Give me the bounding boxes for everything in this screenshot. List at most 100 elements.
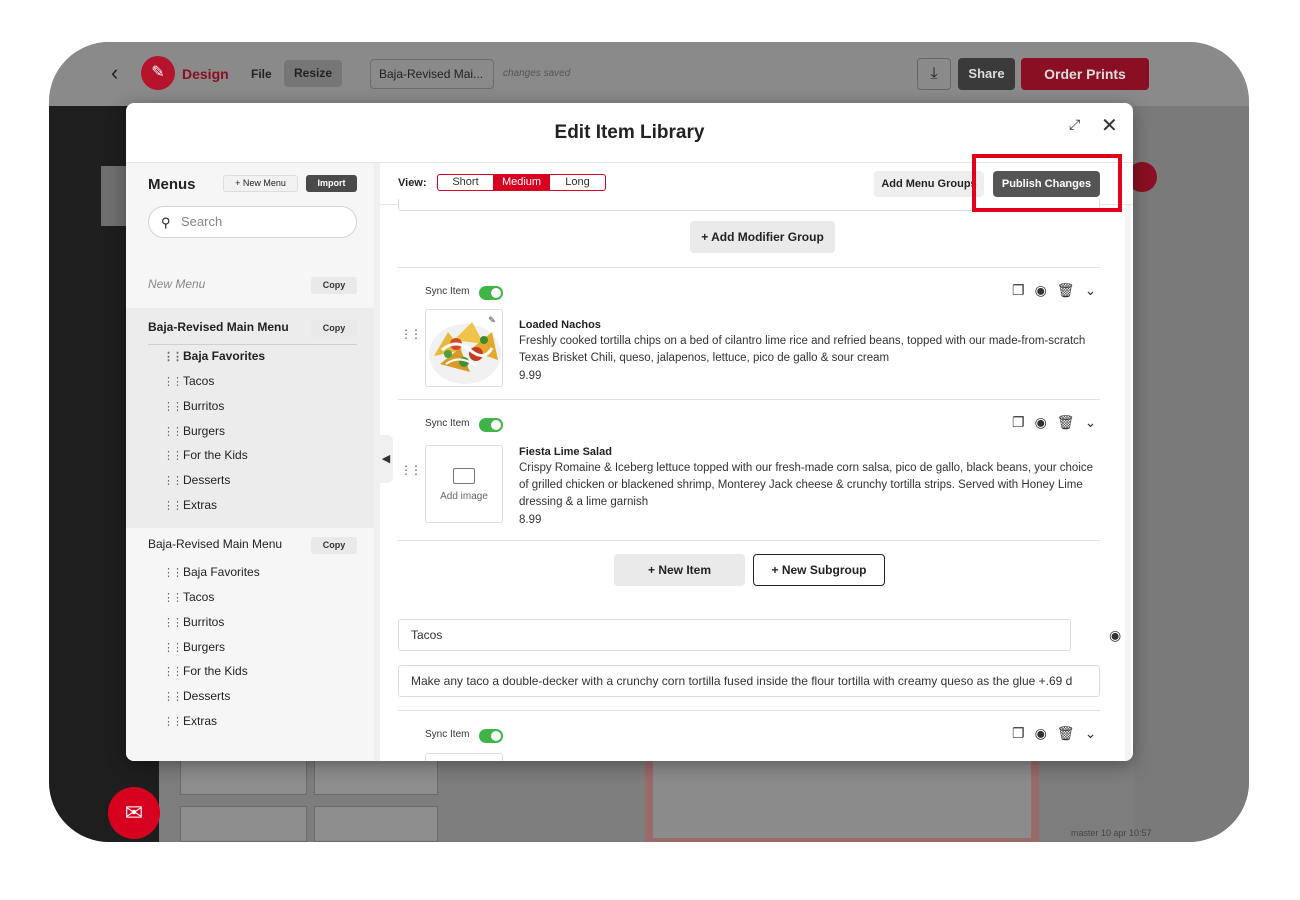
eye-icon[interactable]: ◉ <box>1035 414 1057 430</box>
divider <box>398 399 1100 400</box>
duplicate-icon[interactable]: ❐ <box>1012 282 1035 298</box>
item-image[interactable] <box>425 753 503 761</box>
item-name[interactable]: Loaded Nachos <box>519 319 601 331</box>
drag-handle-icon[interactable]: ⋮⋮ <box>163 474 183 487</box>
menus-heading: Menus <box>148 176 196 193</box>
drag-handle-icon[interactable]: ⋮⋮ <box>163 616 183 629</box>
view-label: View: <box>398 177 427 189</box>
add-image-placeholder[interactable]: Add image <box>425 445 503 523</box>
order-prints-button[interactable]: Order Prints <box>1021 58 1149 90</box>
copy-button[interactable]: Copy <box>311 537 357 554</box>
group-description-input[interactable] <box>411 674 1091 688</box>
drag-handle-icon[interactable]: ⋮⋮ <box>163 425 183 438</box>
trash-icon[interactable]: 🗑 <box>1057 725 1085 741</box>
add-modifier-group-button[interactable]: + Add Modifier Group <box>690 221 835 253</box>
menu-group-item[interactable]: ⋮⋮ Burritos <box>163 615 224 629</box>
sync-item-label: Sync Item <box>425 729 470 740</box>
menu-group-item[interactable]: ⋮⋮ Desserts <box>163 689 230 703</box>
item-name[interactable]: Fiesta Lime Salad <box>519 446 612 458</box>
drag-handle-icon[interactable]: ⋮⋮ <box>163 499 183 512</box>
trash-icon[interactable]: 🗑 <box>1057 414 1085 430</box>
item-description[interactable]: Crispy Romaine & Iceberg lettuce topped … <box>519 460 1099 511</box>
item-description[interactable]: Freshly cooked tortilla chips on a bed o… <box>519 333 1099 367</box>
group-name-input[interactable] <box>411 628 1051 642</box>
drag-handle-icon[interactable]: ⋮⋮ <box>163 375 183 388</box>
sync-item-toggle[interactable] <box>479 286 503 300</box>
trash-icon[interactable]: 🗑 <box>1057 282 1085 298</box>
new-menu-button[interactable]: + New Menu <box>223 175 298 192</box>
group-name-field <box>398 619 1071 651</box>
drag-handle-icon[interactable]: ⋮⋮ <box>163 350 183 363</box>
menu-name[interactable]: Baja-Revised Main Menu <box>148 537 282 551</box>
right-tool-rail <box>1134 106 1249 842</box>
view-medium-tab[interactable]: Medium <box>493 174 550 191</box>
file-menu[interactable]: File <box>251 67 272 81</box>
template-card[interactable] <box>180 806 307 842</box>
chat-icon[interactable]: ✉ <box>108 787 160 839</box>
drag-handle-icon[interactable]: ⋮⋮ <box>163 591 183 604</box>
sync-item-toggle[interactable] <box>479 729 503 743</box>
drag-handle-icon[interactable]: ⋮⋮ <box>163 566 183 579</box>
resize-button[interactable]: Resize <box>284 60 342 87</box>
publish-highlight-box <box>972 154 1122 212</box>
close-icon[interactable]: ✕ <box>1101 113 1118 138</box>
search-input[interactable] <box>181 214 346 229</box>
menu-group-item[interactable]: ⋮⋮ Baja Favorites <box>163 349 265 363</box>
item-image[interactable]: ✎ <box>425 309 503 387</box>
new-menu-item[interactable]: New Menu <box>148 277 205 291</box>
chevron-down-icon[interactable]: ⌄ <box>1085 414 1107 430</box>
menu-group-item[interactable]: ⋮⋮ Extras <box>163 714 217 728</box>
menu-group-item[interactable]: ⋮⋮ Burritos <box>163 399 224 413</box>
menu-group-item[interactable]: ⋮⋮ Burgers <box>163 640 225 654</box>
document-name[interactable]: Baja-Revised Mai... <box>370 59 494 89</box>
menu-group-item[interactable]: ⋮⋮ Burgers <box>163 424 225 438</box>
menu-name[interactable]: Baja-Revised Main Menu <box>148 320 289 334</box>
menu-group-item[interactable]: ⋮⋮ For the Kids <box>163 448 248 462</box>
template-card[interactable] <box>314 806 438 842</box>
drag-handle-icon[interactable]: ⋮⋮ <box>400 463 422 477</box>
back-chevron-icon[interactable]: ‹ <box>111 60 118 86</box>
group-description-field <box>398 665 1100 697</box>
scrollbar[interactable] <box>1125 205 1131 761</box>
eye-icon[interactable]: ◉ <box>1109 627 1121 644</box>
sync-item-label: Sync Item <box>425 418 470 429</box>
menu-group-item[interactable]: ⋮⋮ Baja Favorites <box>163 565 260 579</box>
template-card[interactable] <box>180 760 307 795</box>
chevron-down-icon[interactable]: ⌄ <box>1085 725 1107 741</box>
sync-item-toggle[interactable] <box>479 418 503 432</box>
add-menu-groups-button[interactable]: Add Menu Groups <box>874 171 984 197</box>
item-actions: ❐◉🗑⌄ <box>1012 282 1106 299</box>
share-button[interactable]: Share <box>958 58 1015 90</box>
view-short-tab[interactable]: Short <box>437 174 494 191</box>
duplicate-icon[interactable]: ❐ <box>1012 725 1035 741</box>
menu-group-item[interactable]: ⋮⋮ For the Kids <box>163 664 248 678</box>
drag-handle-icon[interactable]: ⋮⋮ <box>163 449 183 462</box>
copy-button[interactable]: Copy <box>311 277 357 294</box>
new-subgroup-button[interactable]: + New Subgroup <box>753 554 885 586</box>
new-item-button[interactable]: + New Item <box>614 554 745 586</box>
expand-icon[interactable]: ⤢ <box>1069 116 1080 133</box>
drag-handle-icon[interactable]: ⋮⋮ <box>163 690 183 703</box>
drag-handle-icon[interactable]: ⋮⋮ <box>163 641 183 654</box>
item-price[interactable]: 9.99 <box>519 370 541 382</box>
menu-group-item[interactable]: ⋮⋮ Tacos <box>163 374 214 388</box>
menu-group-item[interactable]: ⋮⋮ Desserts <box>163 473 230 487</box>
version-label: master 10 apr 10:57 <box>1071 828 1152 838</box>
duplicate-icon[interactable]: ❐ <box>1012 414 1035 430</box>
view-long-tab[interactable]: Long <box>549 174 606 191</box>
chevron-down-icon[interactable]: ⌄ <box>1085 282 1107 298</box>
menu-group-item[interactable]: ⋮⋮ Extras <box>163 498 217 512</box>
eye-icon[interactable]: ◉ <box>1035 725 1057 741</box>
eye-icon[interactable]: ◉ <box>1035 282 1057 298</box>
menu-group-item[interactable]: ⋮⋮ Tacos <box>163 590 214 604</box>
edit-image-icon[interactable]: ✎ <box>485 313 499 327</box>
template-card[interactable] <box>314 760 438 795</box>
drag-handle-icon[interactable]: ⋮⋮ <box>163 400 183 413</box>
drag-handle-icon[interactable]: ⋮⋮ <box>163 715 183 728</box>
download-icon[interactable]: ⤓ <box>917 58 951 90</box>
drag-handle-icon[interactable]: ⋮⋮ <box>400 327 422 341</box>
item-price[interactable]: 8.99 <box>519 514 541 526</box>
drag-handle-icon[interactable]: ⋮⋮ <box>163 665 183 678</box>
copy-button[interactable]: Copy <box>311 320 357 337</box>
import-button[interactable]: Import <box>306 175 357 192</box>
